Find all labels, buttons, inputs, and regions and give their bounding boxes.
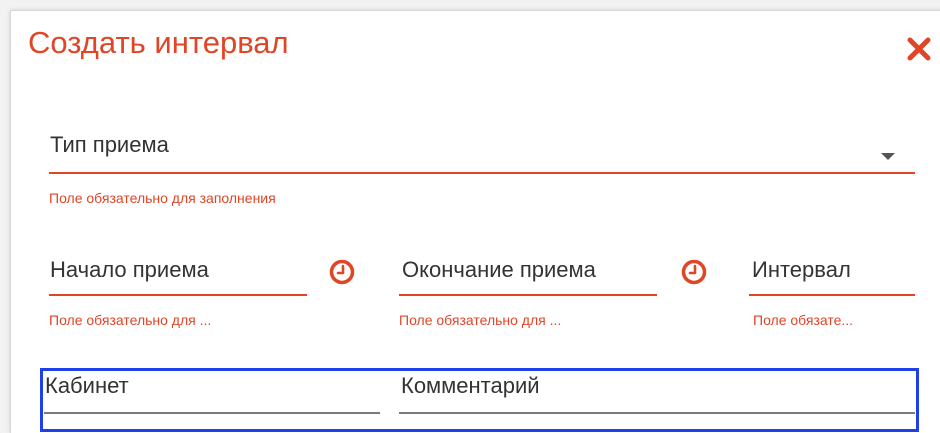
comment-label: Комментарий — [401, 373, 540, 398]
start-time-error: Поле обязательно для ... — [49, 312, 212, 328]
appointment-type-label: Тип приема — [50, 132, 169, 157]
dropdown-arrow-icon[interactable] — [875, 146, 901, 166]
dialog-title: Создать интервал — [28, 25, 289, 60]
interval-error: Поле обязате... — [753, 312, 854, 328]
appointment-type-underline — [49, 172, 915, 174]
appointment-type-error: Поле обязательно для заполнения — [49, 190, 276, 206]
appointment-type-select[interactable] — [49, 129, 915, 175]
cabinet-label: Кабинет — [45, 373, 129, 398]
start-time-label: Начало приема — [50, 257, 209, 282]
cabinet-underline — [44, 412, 380, 414]
comment-underline — [399, 412, 915, 414]
end-time-underline — [399, 294, 657, 296]
clock-icon[interactable] — [681, 259, 707, 285]
close-icon[interactable] — [906, 36, 932, 62]
interval-label: Интервал — [752, 257, 851, 282]
create-interval-dialog: Создать интервал Тип приема Поле обязате… — [10, 10, 940, 433]
end-time-error: Поле обязательно для ... — [399, 312, 562, 328]
clock-icon[interactable] — [329, 259, 355, 285]
interval-underline — [749, 294, 915, 296]
start-time-underline — [49, 294, 307, 296]
end-time-label: Окончание приема — [402, 257, 596, 282]
